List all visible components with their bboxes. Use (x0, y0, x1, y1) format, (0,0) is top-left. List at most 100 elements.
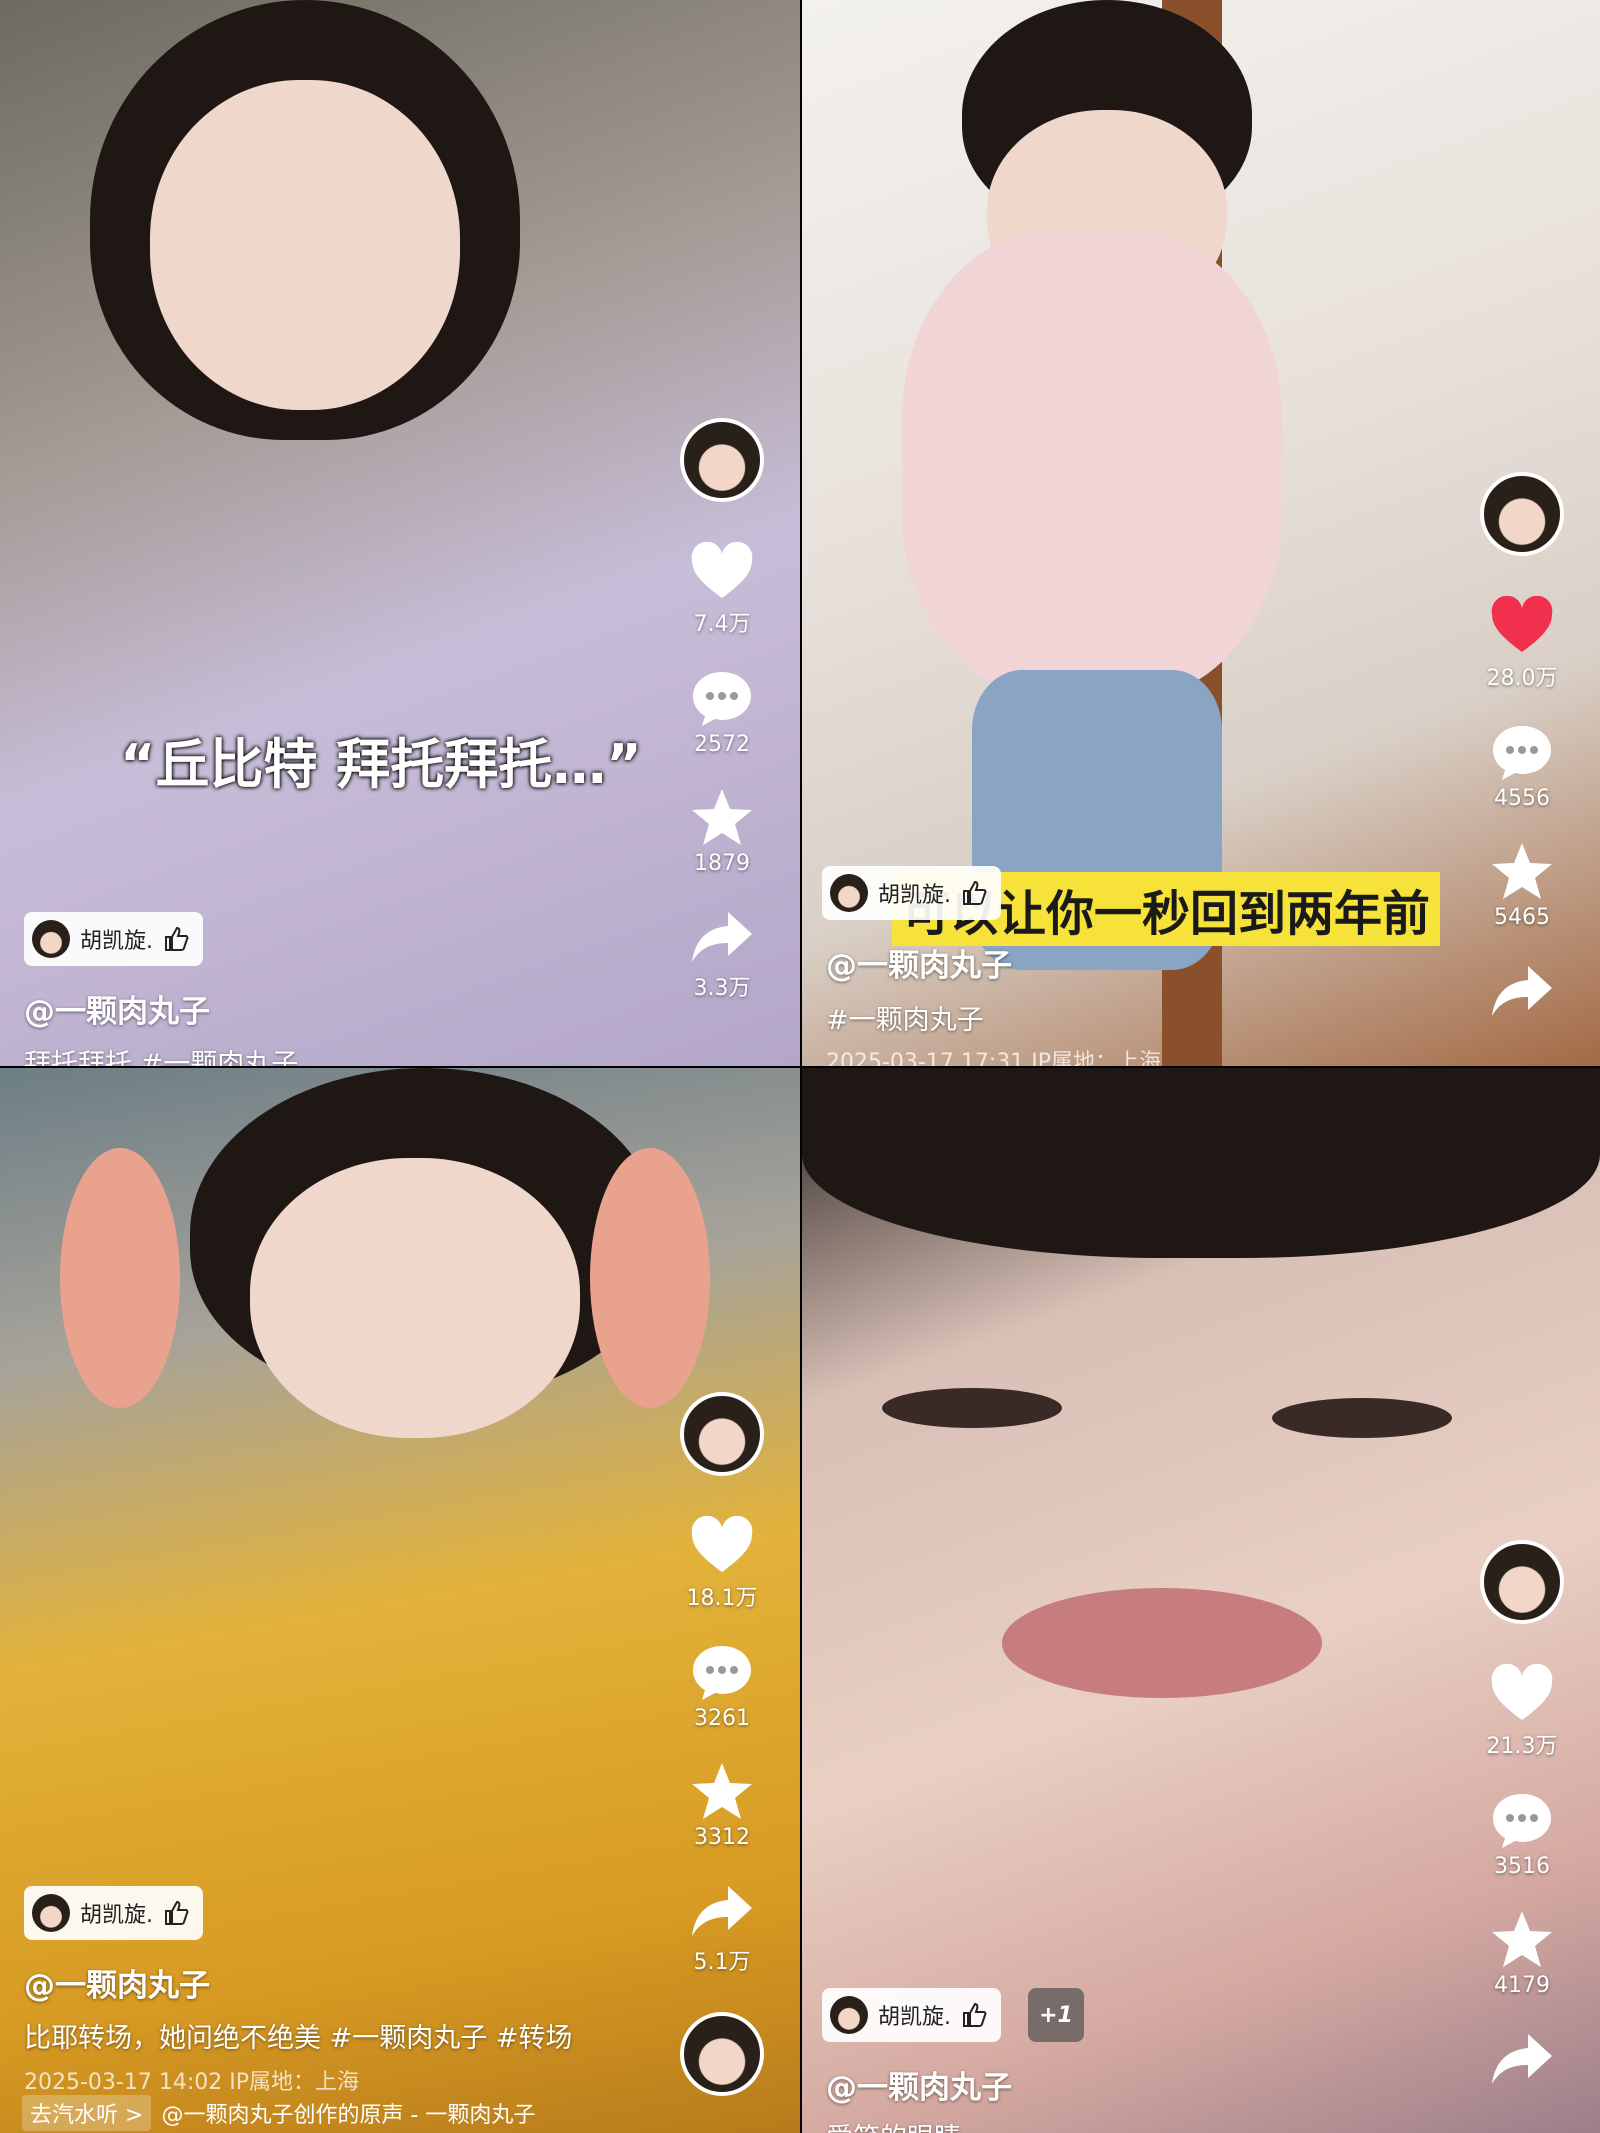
comment-count: 2572 (694, 732, 750, 757)
share-icon (692, 1886, 752, 1936)
comment-button[interactable]: 3516 (1490, 1790, 1554, 1879)
favorite-count: 5465 (1494, 905, 1550, 930)
comment-count: 3261 (694, 1706, 750, 1731)
share-icon (692, 912, 752, 962)
share-icon (1492, 2034, 1552, 2084)
video-grid: “丘比特 拜托拜托…” 7.4万 2572 1879 3.3万 胡凯旋. @一颗… (0, 0, 1600, 2133)
action-rail: 18.1万 3261 3312 5.1万 (662, 1392, 782, 2096)
share-count: 5.1万 (693, 1950, 751, 1975)
share-count: 3.3万 (693, 976, 751, 1001)
thumbs-up-icon (165, 926, 189, 951)
like-button[interactable]: 21.3万 (1487, 1664, 1558, 1760)
star-icon (1492, 1911, 1552, 1967)
creator-avatar[interactable] (1480, 472, 1564, 556)
creator-name: 胡凯旋. (878, 2005, 951, 2030)
share-button[interactable]: 3.3万 (690, 906, 754, 1002)
comment-icon (1493, 726, 1551, 780)
favorite-button[interactable]: 5465 (1490, 841, 1554, 930)
video-caption: “丘比特 拜托拜托…” (120, 733, 642, 796)
video-card-2[interactable]: 可以让你一秒回到两年前 28.0万 4556 5465 胡凯旋. @一颗肉丸子 … (802, 0, 1600, 1066)
author-handle[interactable]: @一颗肉丸子 (826, 940, 1012, 985)
share-button[interactable] (1490, 2028, 1554, 2088)
author-handle[interactable]: @一颗肉丸子 (24, 986, 210, 1031)
favorite-count: 4179 (1494, 1973, 1550, 1998)
action-rail: 28.0万 4556 5465 (1462, 472, 1582, 1020)
creator-avatar[interactable] (680, 418, 764, 502)
illustration-jacket (902, 230, 1282, 700)
creator-chip[interactable]: 胡凯旋. (24, 912, 203, 966)
open-music-app-link[interactable]: 去汽水听 > (22, 2095, 152, 2131)
author-handle[interactable]: @一颗肉丸子 (24, 1960, 210, 2005)
video-card-1[interactable]: “丘比特 拜托拜托…” 7.4万 2572 1879 3.3万 胡凯旋. @一颗… (0, 0, 800, 1066)
illustration-face (150, 80, 460, 410)
video-description: #一颗肉丸子 (826, 1005, 984, 1036)
share-button[interactable] (1490, 960, 1554, 1020)
avatar (32, 1894, 70, 1932)
video-description: 爱笑的眼睛 (826, 2116, 961, 2133)
illustration-hair (802, 1068, 1600, 1258)
like-count: 7.4万 (693, 612, 751, 637)
illustration-mouth (1002, 1588, 1322, 1698)
illustration-eye-left (882, 1388, 1062, 1428)
heart-icon (1491, 596, 1553, 652)
heart-icon (691, 1516, 753, 1572)
thumbs-up-icon (165, 1900, 189, 1925)
star-icon (692, 789, 752, 845)
favorite-button[interactable]: 3312 (690, 1761, 754, 1850)
thumbs-up-icon (963, 2002, 987, 2027)
like-button[interactable]: 18.1万 (687, 1516, 758, 1612)
creator-avatar[interactable] (680, 1392, 764, 1476)
comment-icon (693, 672, 751, 726)
favorite-count: 3312 (694, 1825, 750, 1850)
star-icon (692, 1763, 752, 1819)
like-count: 28.0万 (1486, 666, 1558, 691)
like-count: 18.1万 (686, 1586, 758, 1611)
comment-icon (1493, 1794, 1551, 1848)
comment-button[interactable]: 2572 (690, 668, 754, 757)
like-button[interactable]: 28.0万 (1487, 596, 1558, 692)
illustration-eye-right (1272, 1398, 1452, 1438)
favorite-button[interactable]: 4179 (1490, 1909, 1554, 1998)
comment-count: 3516 (1494, 1854, 1550, 1879)
creator-chip[interactable]: 胡凯旋. (822, 1988, 1001, 2042)
more-collaborators-badge[interactable]: +1 (1028, 1988, 1084, 2042)
like-button[interactable]: 7.4万 (690, 542, 754, 638)
action-rail: 7.4万 2572 1879 3.3万 (662, 418, 782, 1002)
creator-name: 胡凯旋. (878, 883, 951, 908)
favorite-button[interactable]: 1879 (690, 787, 754, 876)
like-count: 21.3万 (1486, 1734, 1558, 1759)
author-handle[interactable]: @一颗肉丸子 (826, 2062, 1012, 2107)
star-icon (1492, 843, 1552, 899)
avatar (830, 874, 868, 912)
avatar (830, 1996, 868, 2034)
heart-icon (1491, 1664, 1553, 1720)
illustration-face (250, 1158, 580, 1438)
comment-icon (693, 1646, 751, 1700)
video-card-4[interactable]: 21.3万 3516 4179 胡凯旋. +1 @一颗肉丸子 爱笑的眼睛 (802, 1068, 1600, 2133)
comment-button[interactable]: 4556 (1490, 722, 1554, 811)
video-description: 比耶转场，她问绝不绝美 #一颗肉丸子 #转场 (24, 2023, 573, 2054)
creator-name: 胡凯旋. (80, 1903, 153, 1928)
video-description: 拜托拜托 #一颗肉丸子 (24, 1049, 299, 1066)
illustration-hand-left (60, 1148, 180, 1408)
music-disc-avatar[interactable] (680, 2012, 764, 2096)
comment-button[interactable]: 3261 (690, 1642, 754, 1731)
creator-chip[interactable]: 胡凯旋. (24, 1886, 203, 1940)
heart-icon (691, 542, 753, 598)
favorite-count: 1879 (694, 851, 750, 876)
creator-chip[interactable]: 胡凯旋. (822, 866, 1001, 920)
music-row[interactable]: 去汽水听 > @一颗肉丸子创作的原声 - 一颗肉丸子 (22, 2093, 535, 2133)
share-icon (1492, 966, 1552, 1016)
post-meta: 2025-03-17 17:31 IP属地：上海 (826, 1050, 1161, 1066)
share-button[interactable]: 5.1万 (690, 1880, 754, 1976)
comment-count: 4556 (1494, 786, 1550, 811)
creator-name: 胡凯旋. (80, 929, 153, 954)
video-card-3[interactable]: 18.1万 3261 3312 5.1万 胡凯旋. @一颗肉丸子 比耶转场，她问… (0, 1068, 800, 2133)
avatar (32, 920, 70, 958)
post-meta: 2025-03-17 14:02 IP属地：上海 (24, 2070, 359, 2095)
music-title: @一颗肉丸子创作的原声 - 一颗肉丸子 (161, 2103, 536, 2128)
illustration-hand-right (590, 1148, 710, 1408)
action-rail: 21.3万 3516 4179 (1462, 1540, 1582, 2088)
creator-avatar[interactable] (1480, 1540, 1564, 1624)
thumbs-up-icon (963, 880, 987, 905)
